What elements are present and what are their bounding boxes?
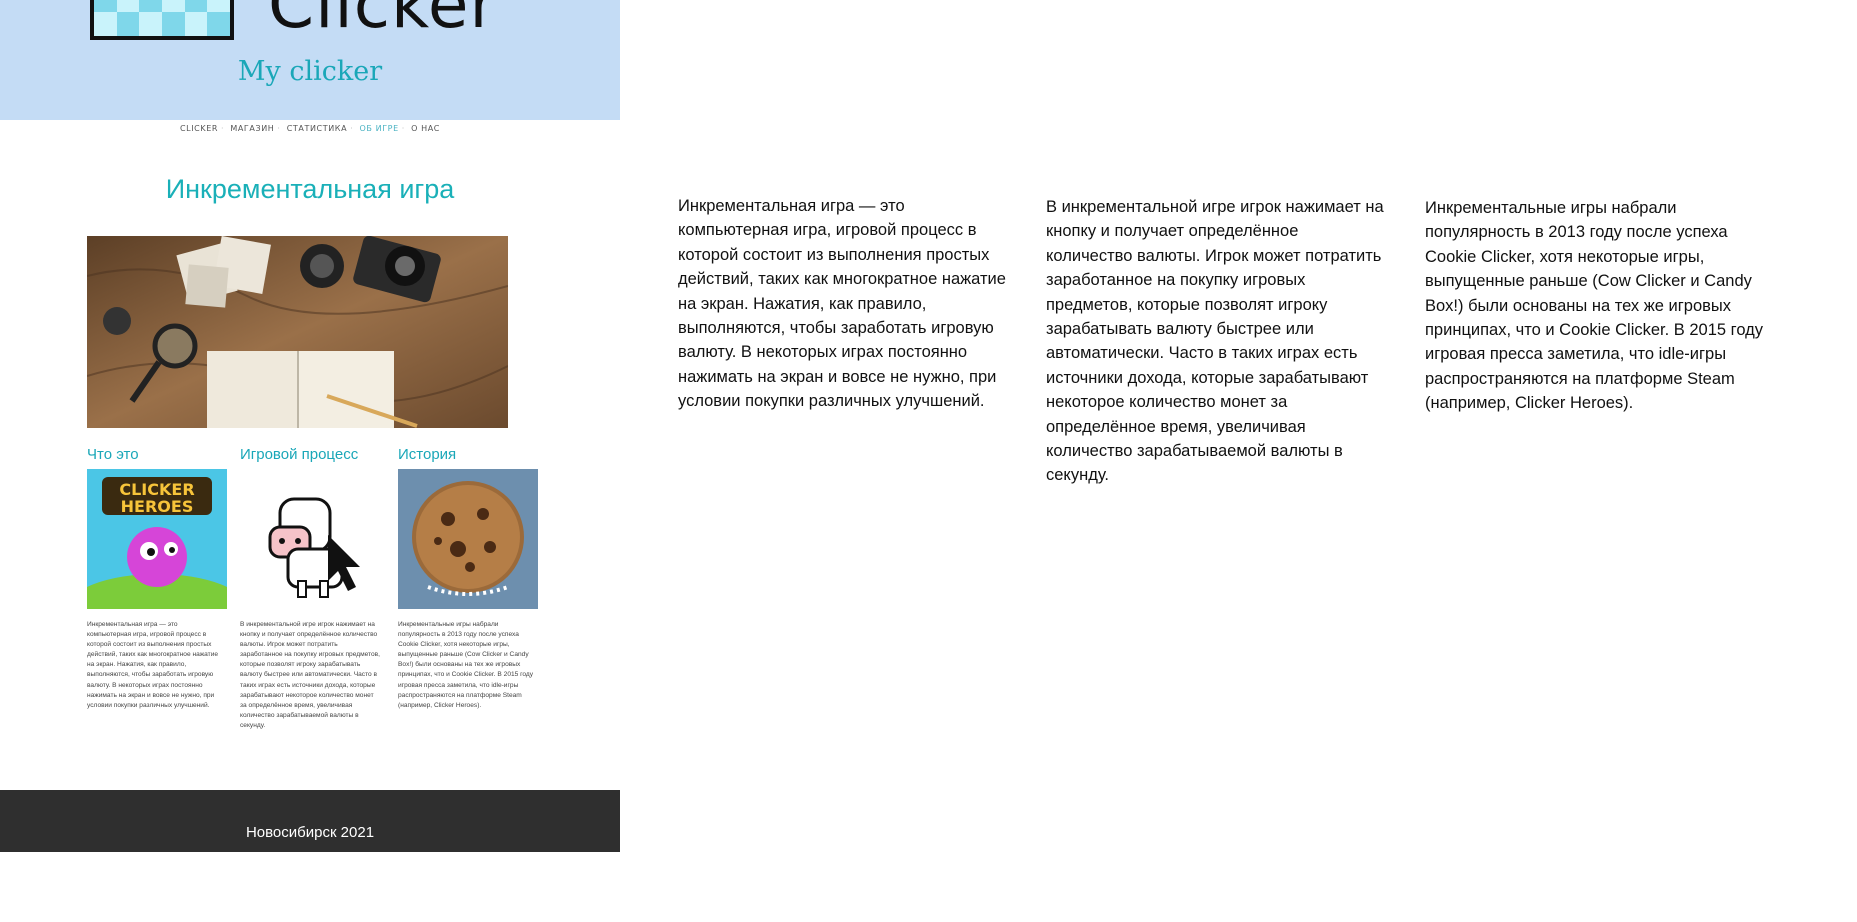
nav-item-about-us[interactable]: О НАС xyxy=(411,124,440,133)
footer: Новосибирск 2021 xyxy=(0,790,620,852)
nav-item-shop[interactable]: МАГАЗИН xyxy=(230,124,274,133)
desk-map-photo xyxy=(87,236,508,428)
clicker-heroes-icon: CLICKER HEROES xyxy=(87,469,227,609)
svg-text:HEROES: HEROES xyxy=(121,497,194,516)
logo-text: Clicker xyxy=(268,0,498,43)
column-heading-what: Что это xyxy=(87,446,139,463)
site-subtitle: My clicker xyxy=(237,56,383,87)
cow-clicker-icon xyxy=(240,469,380,609)
text-history: Инкрементальные игры набрали популярност… xyxy=(1425,199,1764,413)
cookie-clicker-icon xyxy=(398,469,538,609)
text-what: Инкрементальная игра — это компьютерная … xyxy=(678,197,1006,411)
nav-item-stats[interactable]: СТАТИСТИКА xyxy=(287,124,347,133)
site-panel: Clicker My clicker CLICKER · МАГАЗИН · СТА… xyxy=(0,0,620,852)
nav-item-clicker[interactable]: CLICKER xyxy=(180,124,218,133)
logo-pixel-icon xyxy=(90,0,234,40)
hero-banner: Clicker My clicker xyxy=(0,0,620,120)
mini-text-gameplay: В инкрементальной игре игрок нажимает на… xyxy=(240,621,381,729)
footer-text: Новосибирск 2021 xyxy=(245,824,375,841)
mini-text-history: Инкрементальные игры набрали популярност… xyxy=(398,621,534,709)
nav-item-about-game[interactable]: ОБ ИГРЕ xyxy=(359,124,398,133)
mini-text-what: Инкрементальная игра — это компьютерная … xyxy=(87,621,219,709)
column-heading-gameplay: Игровой процесс xyxy=(240,446,359,463)
page-title: Инкрементальная игра xyxy=(165,174,455,204)
column-heading-history: История xyxy=(398,446,457,463)
text-gameplay: В инкрементальной игре игрок нажимает на… xyxy=(1046,198,1384,485)
main-nav: CLICKER · МАГАЗИН · СТАТИСТИКА · ОБ ИГРЕ · О… xyxy=(179,124,440,133)
